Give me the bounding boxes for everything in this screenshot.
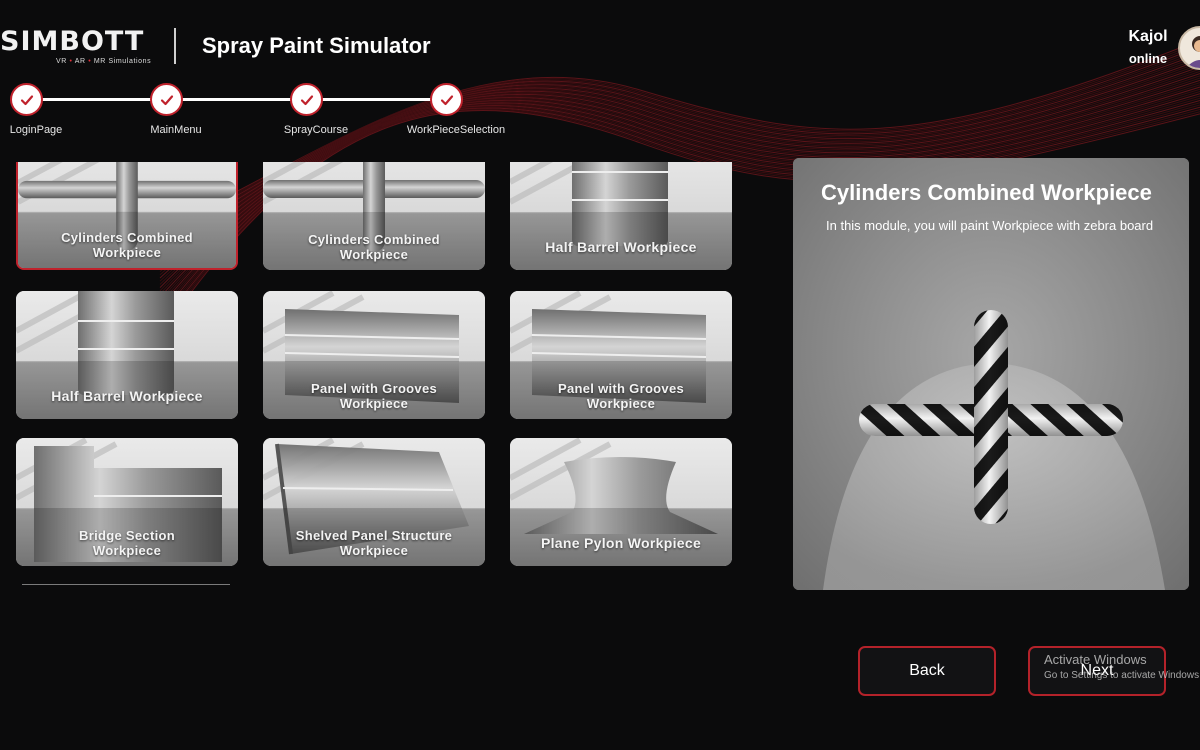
workpiece-card[interactable]: Cylinders Combined Workpiece bbox=[16, 162, 238, 270]
grid-scroll-indicator[interactable] bbox=[22, 584, 230, 585]
workpiece-card[interactable]: Plane Pylon Workpiece bbox=[510, 438, 732, 566]
check-icon bbox=[440, 94, 453, 105]
check-icon bbox=[20, 94, 33, 105]
workpiece-card-label: Bridge Section Workpiece bbox=[79, 528, 175, 558]
activate-windows-watermark: Activate Windows Go to Settings to activ… bbox=[1044, 652, 1200, 681]
simbott-logo: SIMBOTT VR • AR • MR Simulations bbox=[0, 28, 160, 68]
workpiece-card-label: Panel with Grooves Workpiece bbox=[310, 381, 438, 411]
logo-text: SIMBOTT bbox=[0, 26, 145, 57]
workpiece-card[interactable]: Panel with Grooves Workpiece bbox=[510, 291, 732, 419]
step-2-indicator bbox=[290, 83, 323, 116]
stepper-track bbox=[26, 98, 446, 101]
step-2-label: SprayCourse bbox=[283, 124, 349, 136]
logo-subtitle: VR • AR • MR Simulations bbox=[56, 58, 152, 65]
user-status: online bbox=[1128, 51, 1168, 66]
workpiece-card[interactable]: Panel with Grooves Workpiece bbox=[263, 291, 485, 419]
header-divider bbox=[174, 28, 176, 64]
workpiece-card[interactable]: Half Barrel Workpiece bbox=[16, 291, 238, 419]
workpiece-card[interactable]: Half Barrel Workpiece bbox=[510, 162, 732, 270]
step-0-indicator bbox=[10, 83, 43, 116]
workpiece-card[interactable]: Cylinders Combined Workpiece bbox=[263, 162, 485, 270]
watermark-subtitle: Go to Settings to activate Windows. bbox=[1044, 670, 1200, 681]
workpiece-card-label: Cylinders Combined Workpiece bbox=[308, 232, 440, 262]
workpiece-card-label: Shelved Panel Structure Workpiece bbox=[295, 528, 453, 558]
avatar-icon bbox=[1186, 36, 1200, 68]
user-name: Kajol bbox=[1128, 28, 1168, 45]
preview-title: Cylinders Combined Workpiece bbox=[821, 180, 1152, 205]
preview-description: In this module, you will paint Workpiece… bbox=[826, 218, 1154, 233]
app-title: Spray Paint Simulator bbox=[202, 33, 431, 58]
watermark-title: Activate Windows bbox=[1044, 652, 1147, 667]
step-1-label: MainMenu bbox=[150, 124, 202, 136]
step-3-indicator bbox=[430, 83, 463, 116]
workpiece-card-label: Half Barrel Workpiece bbox=[545, 239, 697, 255]
check-icon bbox=[160, 94, 173, 105]
workpiece-card-label: Plane Pylon Workpiece bbox=[540, 535, 702, 551]
check-icon bbox=[300, 94, 313, 105]
workpiece-card-label: Half Barrel Workpiece bbox=[51, 388, 203, 404]
workpiece-card[interactable]: Bridge Section Workpiece bbox=[16, 438, 238, 566]
workpiece-grid[interactable]: Cylinders Combined Workpiece Cylinders C… bbox=[0, 162, 745, 590]
workpiece-card[interactable]: Shelved Panel Structure Workpiece bbox=[263, 438, 485, 566]
workpiece-card-label: Panel with Grooves Workpiece bbox=[557, 381, 685, 411]
step-3-label: WorkPieceSelection bbox=[406, 124, 506, 136]
workpiece-preview-panel: Cylinders Combined Workpiece In this mod… bbox=[793, 158, 1189, 590]
back-button[interactable]: Back bbox=[858, 646, 996, 696]
step-0-label: LoginPage bbox=[9, 124, 63, 136]
workpiece-card-label: Cylinders Combined Workpiece bbox=[61, 230, 193, 260]
step-1-indicator bbox=[150, 83, 183, 116]
